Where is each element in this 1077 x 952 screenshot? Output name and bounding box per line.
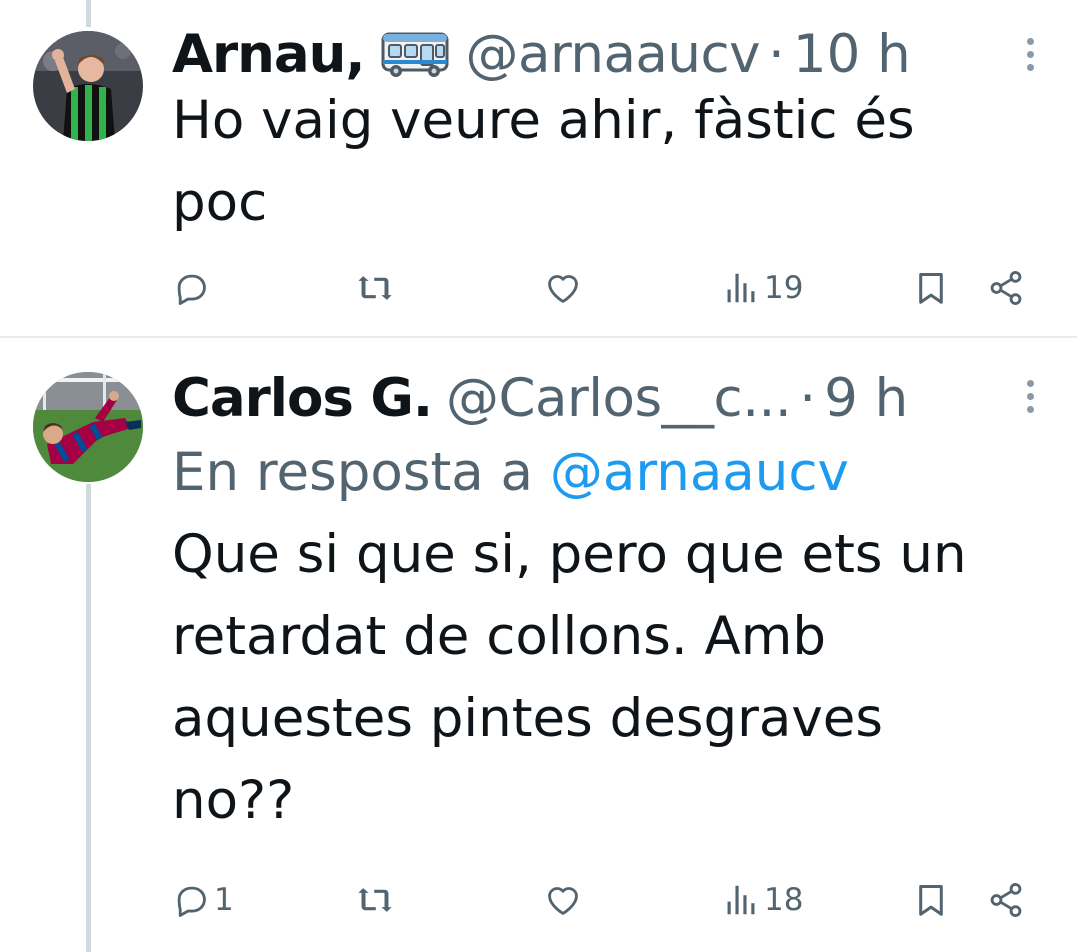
tweet-content: Arnau , @arnaaucv · 10 h Ho vaig veure a… [172, 22, 1047, 244]
tweet-header: Carlos G. @Carlos__c... · 9 h [172, 366, 1047, 432]
share-icon [990, 271, 1022, 305]
views-count: 18 [764, 882, 804, 918]
like-button[interactable] [544, 875, 586, 925]
views-button[interactable]: 18 [722, 875, 803, 925]
retweet-icon [358, 276, 392, 300]
tweet-actions: 19 [172, 263, 1034, 313]
reply-icon [177, 274, 206, 305]
tweet-header: Arnau , @arnaaucv · 10 h [172, 22, 1047, 88]
tweet-actions: 1 18 [172, 875, 1034, 925]
retweet-button[interactable] [356, 875, 398, 925]
retweet-button[interactable] [356, 263, 398, 313]
timeline: Arnau , @arnaaucv · 10 h Ho vaig veure a… [0, 0, 1077, 952]
tweet-carlos[interactable]: Carlos G. @Carlos__c... · 9 h En respost… [0, 338, 1077, 952]
reply-mention-link[interactable]: @arnaaucv [550, 442, 849, 503]
views-count: 19 [764, 270, 804, 306]
reply-button[interactable] [172, 263, 214, 313]
separator-dot: · [768, 24, 785, 85]
author-name[interactable]: Arnau [172, 22, 346, 88]
bookmark-button[interactable] [912, 263, 950, 313]
reply-context: En resposta a @arnaaucv [172, 432, 1047, 514]
like-icon [548, 887, 578, 915]
reply-button[interactable]: 1 [172, 875, 234, 925]
reply-count: 1 [214, 882, 234, 918]
separator-dot: · [799, 368, 817, 429]
avatar-carlos-image [33, 372, 143, 482]
share-button[interactable] [987, 875, 1025, 925]
tweet-timestamp[interactable]: 9 h [824, 366, 908, 432]
views-icon [727, 273, 755, 303]
author-handle[interactable]: @arnaaucv [466, 22, 761, 88]
bookmark-icon [919, 273, 943, 304]
reply-prefix: En resposta a [172, 442, 550, 503]
share-icon [990, 883, 1022, 917]
avatar-carlos[interactable] [33, 372, 143, 482]
like-button[interactable] [544, 263, 586, 313]
avatar-arnau[interactable] [33, 31, 143, 141]
tweet-text: Que si que si, pero que ets un retardat … [172, 524, 967, 831]
more-icon[interactable] [1025, 38, 1035, 78]
retweet-icon [358, 888, 392, 912]
author-name[interactable]: Carlos G. [172, 366, 433, 432]
bus-icon [380, 30, 450, 80]
more-icon[interactable] [1025, 380, 1035, 420]
bookmark-button[interactable] [912, 875, 950, 925]
views-button[interactable]: 19 [722, 263, 803, 313]
tweet-timestamp[interactable]: 10 h [793, 22, 911, 88]
bookmark-icon [919, 885, 943, 916]
tweet-content: Carlos G. @Carlos__c... · 9 h En respost… [172, 366, 1047, 842]
tweet-text: Ho vaig veure ahir, fàstic és poc [172, 90, 915, 233]
views-icon [727, 885, 755, 915]
tweet-arnau[interactable]: Arnau , @arnaaucv · 10 h Ho vaig veure a… [0, 0, 1077, 338]
share-button[interactable] [987, 263, 1025, 313]
reply-icon [177, 886, 206, 917]
author-handle[interactable]: @Carlos__c... [446, 366, 792, 432]
avatar-arnau-image [33, 31, 143, 141]
author-name-suffix: , [345, 24, 366, 85]
like-icon [548, 275, 578, 303]
